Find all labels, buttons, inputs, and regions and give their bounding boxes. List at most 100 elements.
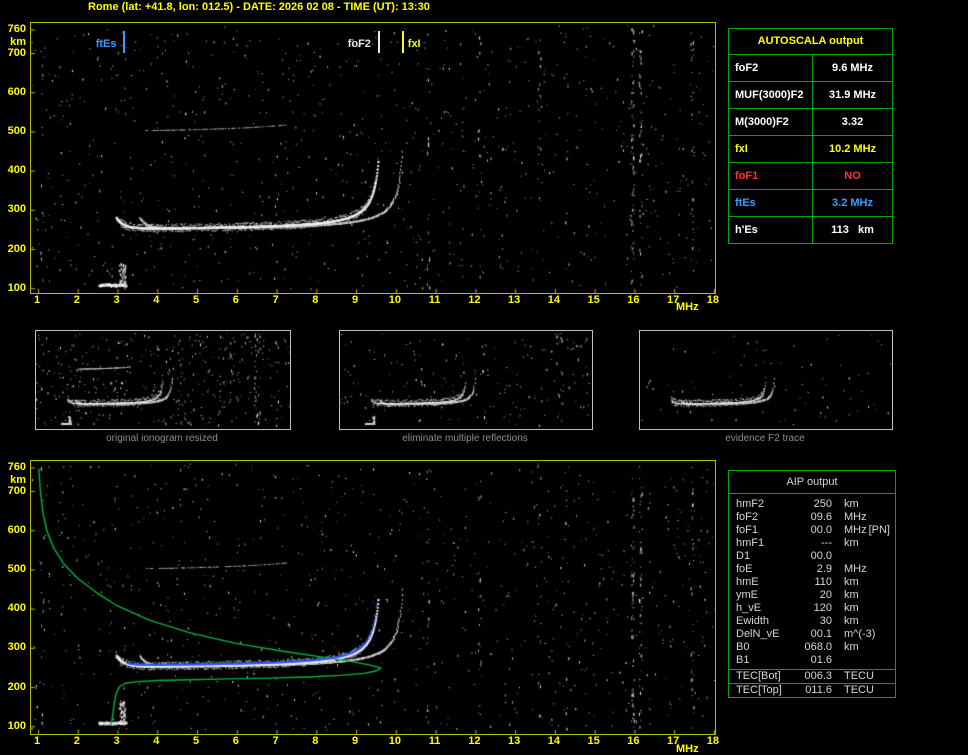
main-y-tick-label: 700 (7, 46, 26, 59)
aip-row-yme: ymE 20 km (729, 589, 895, 602)
aip-row-value: 00.0 (810, 550, 832, 562)
aip-row-value: 2.9 (816, 563, 832, 575)
main-x-tick-label: 7 (272, 294, 279, 306)
aip-row-label: B1 (736, 654, 750, 666)
aip-tec-value: 011.6 (805, 684, 832, 696)
aip-row-value: 250 (813, 498, 832, 510)
main-x-tick-label: 6 (232, 294, 239, 306)
marker-label-ftes: ftEs (95, 38, 117, 50)
main-y-tick-label: 300 (7, 203, 26, 216)
main-y-tick-label: 100 (7, 281, 26, 294)
aip-row-unit: km (844, 537, 859, 549)
autoscala-row-fof2: foF2 9.6 MHz (729, 55, 892, 82)
main-x-tick-label: 18 (706, 294, 720, 306)
autoscala-row-label: ftEs (729, 190, 813, 216)
bottom-x-tick-label: 7 (272, 735, 279, 747)
autoscala-row-fxi: fxI 10.2 MHz (729, 136, 892, 163)
bottom-x-tick-label: 3 (113, 735, 120, 747)
bottom-x-tick-label: 2 (73, 735, 80, 747)
thumbnail-f2-evidence-canvas (640, 331, 892, 429)
aip-row-label: hmF1 (736, 537, 765, 549)
aip-row-label: hmF2 (736, 498, 765, 510)
main-y-tick-label: 400 (7, 164, 26, 177)
aip-row-unit: km (844, 641, 859, 653)
aip-row-h_ve: h_vE 120 km (729, 602, 895, 615)
main-y-tick-label: 200 (7, 242, 26, 255)
autoscala-row-fof1: foF1 NO (729, 163, 892, 190)
bottom-x-tick-label: 4 (153, 735, 160, 747)
main-ionogram-plot (30, 22, 716, 294)
main-x-tick-label: 17 (667, 294, 680, 306)
bottom-x-tick-label: 18 (706, 735, 720, 747)
aip-row-hmf1: hmF1 --- km (729, 537, 895, 550)
aip-row-unit: m^(-3) (844, 628, 876, 640)
profile-ionogram-plot (30, 460, 716, 735)
autoscala-row-value: 9.6 MHz (832, 62, 873, 74)
marker-label-fxi: fxI (407, 38, 421, 50)
aip-output-title: AIP output (729, 471, 895, 494)
bottom-x-tick-label: 9 (352, 735, 359, 747)
aip-row-b1: B1 01.6 (729, 654, 895, 667)
aip-row-value: 01.6 (810, 654, 832, 666)
bottom-y-tick-label: 100 (7, 719, 26, 732)
aip-row-value: --- (821, 537, 832, 549)
aip-row-b0: B0 068.0 km (729, 641, 895, 654)
thumbnail-no-multiples-caption: eliminate multiple reflections (402, 433, 528, 444)
autoscala-row-value: 3.2 MHz (832, 197, 873, 209)
bottom-x-tick-label: 16 (627, 735, 640, 747)
aip-row-value: 00.0 (810, 524, 832, 536)
aip-output-rows: hmF2 250 km foF2 09.6 MHz foF1 00.0 MHz [PN] hmF1-… (729, 494, 895, 669)
aip-row-value: 120 (813, 602, 832, 614)
thumbnail-f2-evidence (639, 330, 893, 430)
autoscala-row-h'es: h'Es 113 km (729, 217, 892, 243)
marker-line-fxi (401, 31, 404, 53)
aip-row-unit: km (844, 589, 859, 601)
main-x-tick-label: 1 (33, 294, 41, 306)
aip-tec-unit: TECU (844, 684, 874, 696)
autoscala-row-value: NO (844, 170, 861, 182)
thumbnail-original-caption: original ionogram resized (106, 433, 218, 444)
aip-row-value: 09.6 (810, 511, 832, 523)
aip-row-label: hmE (736, 576, 759, 588)
bottom-x-tick-label: 12 (468, 735, 481, 747)
aip-row-hme: hmE 110 km (729, 576, 895, 589)
bottom-x-tick-label: 8 (312, 735, 319, 747)
thumbnail-original-canvas (36, 331, 290, 429)
aip-row-foe: foE 2.9 MHz (729, 563, 895, 576)
marker-label-fof2: foF2 (347, 38, 371, 50)
main-x-tick-label: 11 (428, 294, 441, 306)
bottom-x-tick-label: 5 (192, 735, 200, 747)
autoscala-output-table: AUTOSCALA output foF2 9.6 MHz MUF(3000)F2 3… (728, 28, 893, 244)
main-x-tick-label: 4 (153, 294, 160, 306)
autoscala-row-m(3000)f2: M(3000)F2 3.32 (729, 109, 892, 136)
aip-row-label: h_vE (736, 602, 762, 614)
main-x-tick-label: 2 (73, 294, 80, 306)
bottom-y-tick-label: 300 (7, 641, 26, 654)
bottom-x-tick-label: 17 (667, 735, 680, 747)
aip-row-label: DelN_vE (736, 628, 780, 640)
aip-row-value: 110 (814, 576, 832, 588)
autoscala-row-label: h'Es (729, 217, 813, 243)
aip-output-table: AIP output hmF2 250 km foF2 09.6 MHz foF1 00.0 M… (728, 470, 896, 698)
aip-tec-row-tec[bot]: TEC[Bot] 006.3 TECU (729, 669, 895, 683)
aip-row-fof2: foF2 09.6 MHz (729, 511, 895, 524)
main-x-tick-label: 14 (547, 294, 560, 306)
aip-row-label: foE (736, 563, 753, 575)
aip-row-unit: km (844, 576, 859, 588)
main-x-tick-label: 3 (113, 294, 120, 306)
bottom-y-tick-label: 400 (7, 602, 26, 615)
aip-row-label: Ewidth (736, 615, 770, 627)
bottom-x-tick-label: 11 (428, 735, 441, 747)
bottom-y-tick-label: 500 (7, 562, 26, 575)
aip-row-unit (832, 550, 844, 563)
aip-row-unit: km (844, 498, 859, 510)
aip-row-value: 00.1 (810, 628, 832, 640)
bottom-y-tick-label: 200 (7, 680, 26, 693)
autoscala-output-title: AUTOSCALA output (729, 29, 892, 55)
autoscala-row-label: foF1 (729, 163, 813, 189)
aip-tec-label: TEC[Bot] (736, 670, 781, 682)
aip-row-label: B0 (736, 641, 750, 653)
autoscala-row-value: 3.32 (841, 116, 864, 128)
main-x-tick-label: 12 (468, 294, 481, 306)
bottom-x-tick-label: 6 (232, 735, 239, 747)
